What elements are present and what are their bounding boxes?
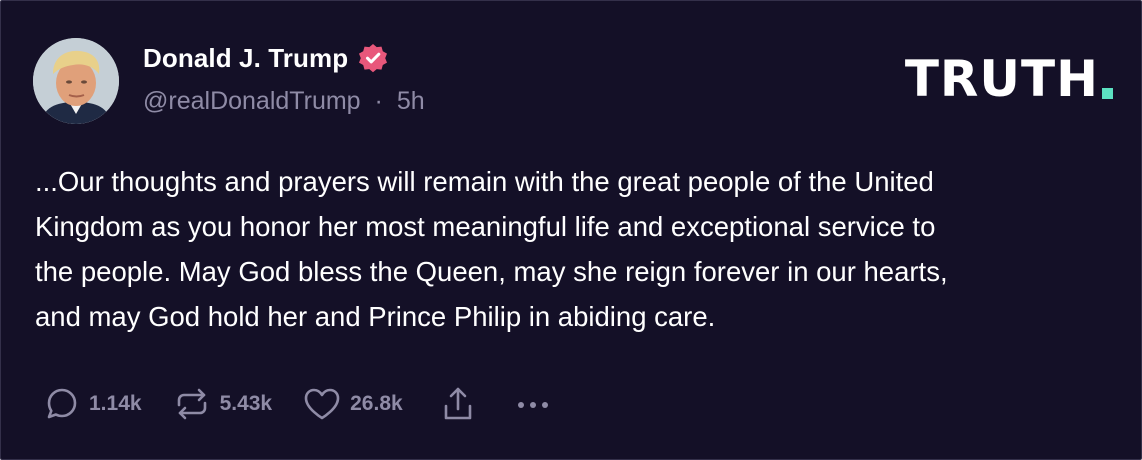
share-icon	[444, 387, 471, 420]
avatar[interactable]	[33, 38, 119, 124]
retruth-icon	[177, 388, 206, 420]
logo-text: TRUTH	[904, 50, 1099, 108]
retruth-button[interactable]: 5.43k	[172, 385, 273, 423]
like-count: 26.8k	[350, 392, 403, 415]
more-icon	[517, 402, 548, 408]
display-name[interactable]: Donald J. Trump	[143, 43, 348, 74]
truth-social-logo: TRUTH	[905, 53, 1113, 105]
avatar-image	[33, 38, 119, 124]
share-button[interactable]	[441, 384, 475, 424]
action-bar: 1.14k 5.43k 26.8k	[43, 381, 553, 427]
heart-icon	[304, 388, 340, 420]
handle-row: @realDonaldTrump · 5h	[143, 87, 425, 116]
post-text-line: Kingdom as you honor her most meaningful…	[35, 211, 936, 242]
post-text-line: and may God hold her and Prince Philip i…	[35, 301, 716, 332]
post-body: ...Our thoughts and prayers will remain …	[35, 159, 1115, 339]
logo-dot	[1102, 88, 1113, 99]
more-button[interactable]	[513, 385, 553, 423]
verified-badge-icon	[357, 42, 389, 74]
author-row: Donald J. Trump	[143, 39, 389, 77]
post-text-line: the people. May God bless the Queen, may…	[35, 256, 948, 287]
handle[interactable]: @realDonaldTrump	[143, 87, 361, 115]
post-card: Donald J. Trump @realDonaldTrump · 5h TR…	[0, 0, 1142, 460]
like-button[interactable]: 26.8k	[302, 385, 403, 423]
post-time[interactable]: 5h	[397, 87, 425, 115]
reply-button[interactable]: 1.14k	[43, 385, 142, 423]
retruth-count: 5.43k	[219, 392, 273, 415]
post-text-line: ...Our thoughts and prayers will remain …	[35, 166, 934, 197]
time-separator: ·	[374, 87, 383, 115]
reply-count: 1.14k	[89, 392, 142, 415]
reply-icon	[47, 388, 77, 419]
